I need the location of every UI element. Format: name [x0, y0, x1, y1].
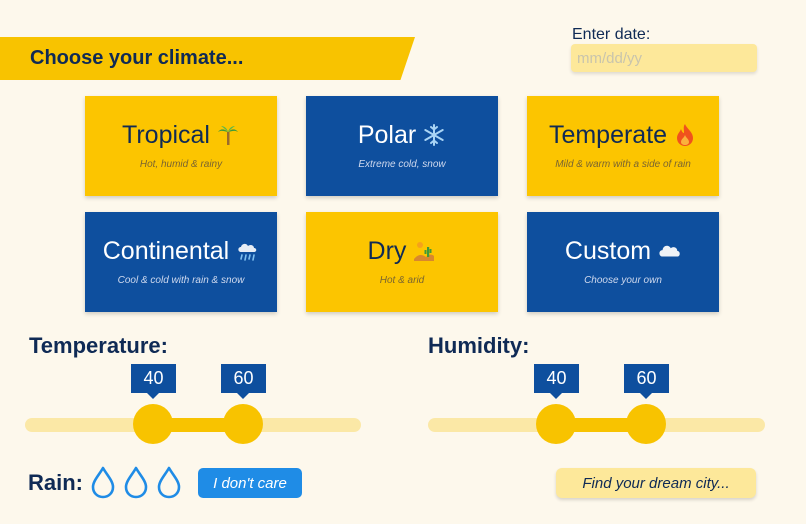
card-title: Tropical	[122, 120, 210, 149]
temperature-low-value: 40	[131, 364, 176, 399]
fire-icon	[673, 123, 697, 147]
raindrop-icon[interactable]	[156, 466, 182, 499]
card-title: Continental	[102, 236, 230, 265]
find-city-button[interactable]: Find your dream city...	[556, 468, 756, 498]
climate-card-temperate[interactable]: Temperate Mild & warm with a side of rai…	[527, 96, 719, 196]
card-title: Dry	[367, 236, 407, 265]
humidity-label: Humidity:	[428, 333, 530, 358]
temperature-high-value: 60	[221, 364, 266, 399]
climate-card-dry[interactable]: Dry Hot & arid	[306, 212, 498, 312]
humidity-high-value: 60	[624, 364, 669, 399]
page-title: Choose your climate...	[30, 47, 244, 69]
snowflake-icon	[422, 123, 446, 147]
raindrop-icon[interactable]	[90, 466, 116, 499]
temperature-low-thumb[interactable]	[133, 404, 173, 444]
card-title: Polar	[357, 120, 417, 149]
cloud-icon	[657, 239, 681, 263]
card-subtitle: Hot & arid	[379, 274, 425, 286]
desert-icon	[412, 239, 436, 263]
climate-card-custom[interactable]: Custom Choose your own	[527, 212, 719, 312]
card-subtitle: Hot, humid & rainy	[139, 158, 223, 170]
humidity-high-thumb[interactable]	[626, 404, 666, 444]
card-subtitle: Mild & warm with a side of rain	[555, 158, 691, 170]
climate-card-continental[interactable]: Continental Cool & cold with rain & snow	[85, 212, 277, 312]
card-title: Temperate	[548, 120, 668, 149]
date-label: Enter date:	[572, 26, 651, 43]
rain-label: Rain:	[28, 470, 83, 495]
humidity-low-value: 40	[534, 364, 579, 399]
temperature-label: Temperature:	[29, 333, 168, 358]
dont-care-button[interactable]: I don't care	[198, 468, 302, 498]
raindrop-icon[interactable]	[123, 466, 149, 499]
temperature-high-thumb[interactable]	[223, 404, 263, 444]
climate-card-polar[interactable]: Polar Extreme cold, snow	[306, 96, 498, 196]
date-input[interactable]	[571, 44, 757, 72]
palm-tree-icon	[216, 123, 240, 147]
card-subtitle: Extreme cold, snow	[358, 158, 446, 170]
climate-card-tropical[interactable]: Tropical Hot, humid & rainy	[85, 96, 277, 196]
card-title: Custom	[564, 236, 652, 265]
humidity-low-thumb[interactable]	[536, 404, 576, 444]
cloud-rain-icon	[235, 239, 259, 263]
card-subtitle: Choose your own	[584, 274, 662, 286]
card-subtitle: Cool & cold with rain & snow	[117, 274, 245, 286]
